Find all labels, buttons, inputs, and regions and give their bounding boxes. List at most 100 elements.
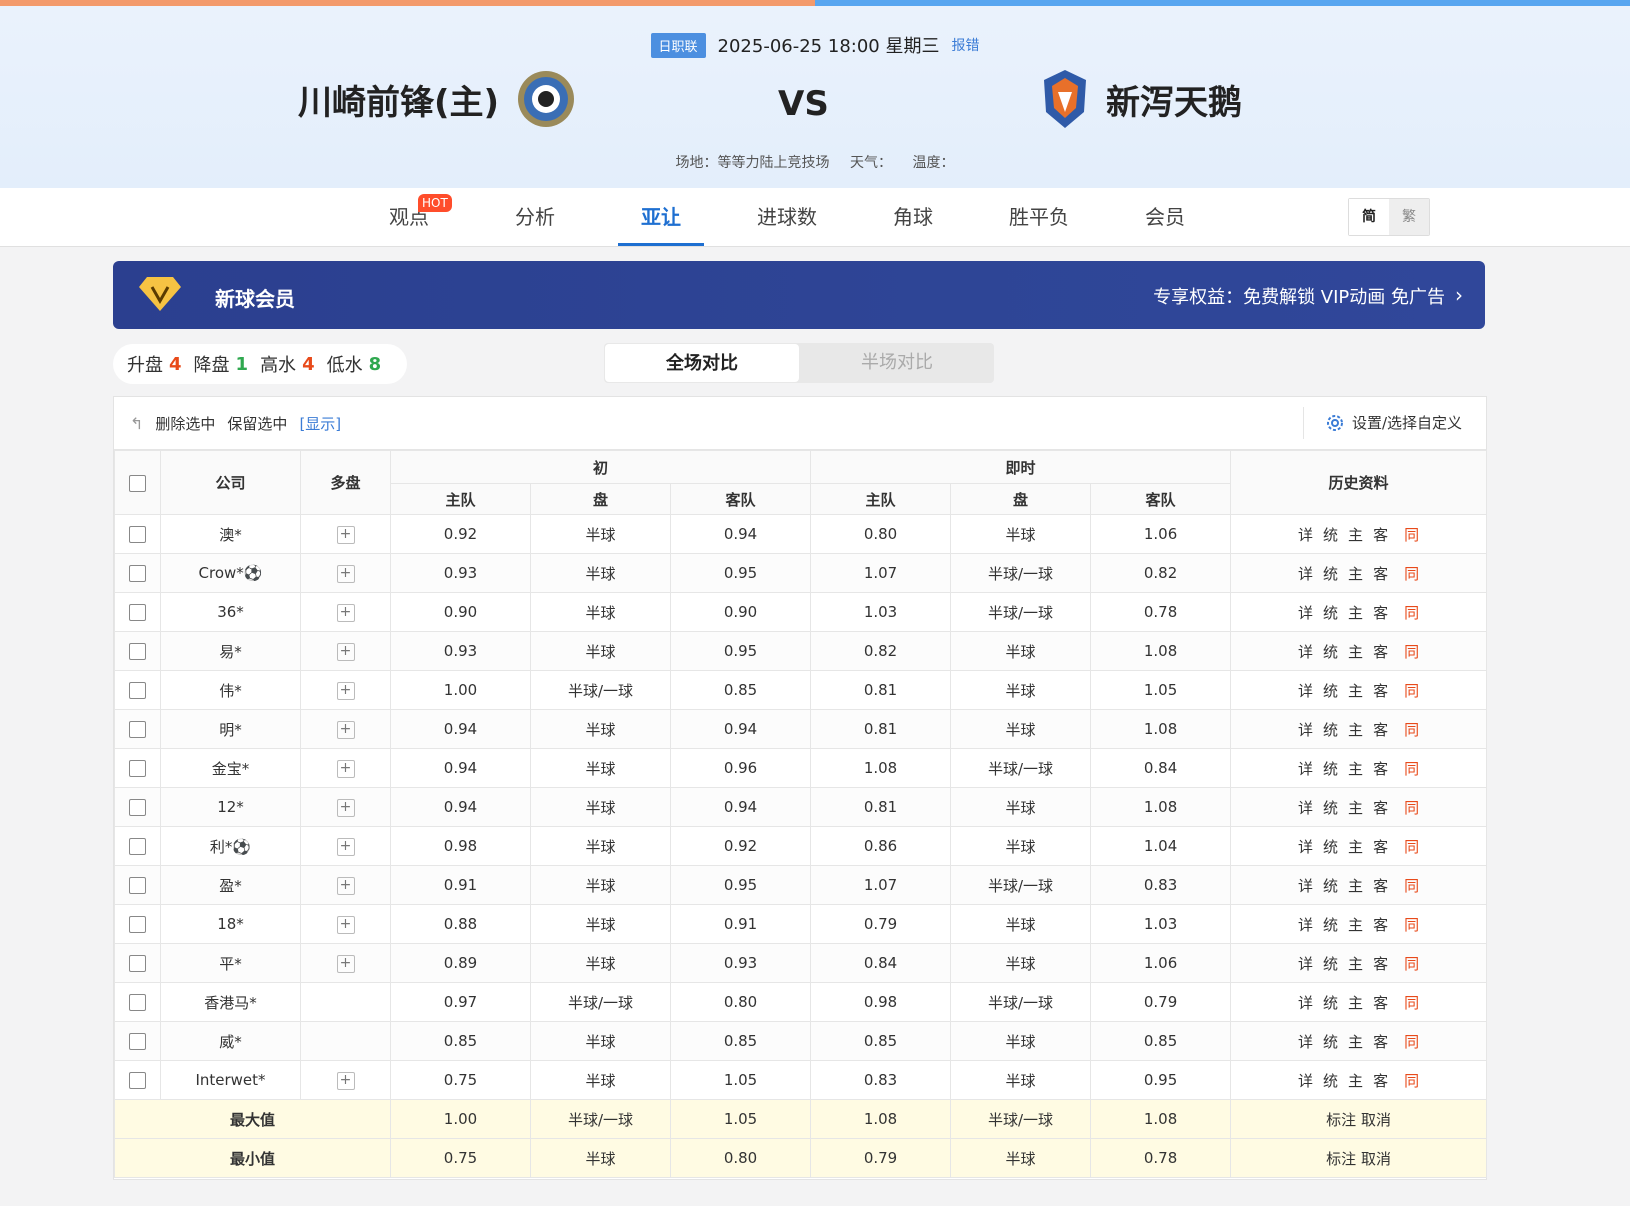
company-cell[interactable]: 易* bbox=[160, 631, 301, 671]
company-cell[interactable]: 澳* bbox=[160, 514, 301, 554]
detail-link[interactable]: 详 bbox=[1298, 602, 1313, 623]
home-link[interactable]: 主 bbox=[1348, 1031, 1363, 1052]
show-link[interactable]: [显示] bbox=[299, 413, 341, 434]
tab-analysis[interactable]: 分析 bbox=[472, 188, 598, 246]
expand-plus-icon[interactable]: + bbox=[336, 838, 355, 856]
detail-link[interactable]: 详 bbox=[1298, 953, 1313, 974]
stats-link[interactable]: 统 bbox=[1323, 875, 1338, 896]
expand-plus-icon[interactable]: + bbox=[336, 526, 355, 544]
company-cell[interactable]: 18* bbox=[160, 904, 301, 944]
expand-plus-icon[interactable]: + bbox=[336, 916, 355, 934]
row-checkbox[interactable] bbox=[129, 604, 146, 621]
row-checkbox[interactable] bbox=[129, 799, 146, 816]
keep-selected-button[interactable]: 保留选中 bbox=[227, 413, 287, 434]
same-link[interactable]: 同 bbox=[1404, 602, 1419, 623]
home-link[interactable]: 主 bbox=[1348, 992, 1363, 1013]
company-cell[interactable]: 36* bbox=[160, 592, 301, 632]
row-checkbox[interactable] bbox=[129, 682, 146, 699]
home-link[interactable]: 主 bbox=[1348, 758, 1363, 779]
stats-link[interactable]: 统 bbox=[1323, 1031, 1338, 1052]
same-link[interactable]: 同 bbox=[1404, 1070, 1419, 1091]
detail-link[interactable]: 详 bbox=[1298, 992, 1313, 1013]
company-cell[interactable]: 香港马* bbox=[160, 982, 301, 1022]
expand-plus-icon[interactable]: + bbox=[336, 721, 355, 739]
expand-plus-icon[interactable]: + bbox=[336, 1072, 355, 1090]
tab-membership[interactable]: 会员 bbox=[1102, 188, 1228, 246]
away-link[interactable]: 客 bbox=[1373, 953, 1388, 974]
expand-plus-icon[interactable]: + bbox=[336, 604, 355, 622]
row-checkbox[interactable] bbox=[129, 838, 146, 855]
same-link[interactable]: 同 bbox=[1404, 758, 1419, 779]
detail-link[interactable]: 详 bbox=[1298, 680, 1313, 701]
detail-link[interactable]: 详 bbox=[1298, 914, 1313, 935]
expand-plus-icon[interactable]: + bbox=[336, 877, 355, 895]
row-checkbox[interactable] bbox=[129, 877, 146, 894]
stats-link[interactable]: 统 bbox=[1323, 563, 1338, 584]
stats-link[interactable]: 统 bbox=[1323, 641, 1338, 662]
company-cell[interactable]: Interwet* bbox=[160, 1060, 301, 1100]
expand-plus-icon[interactable]: + bbox=[336, 682, 355, 700]
home-link[interactable]: 主 bbox=[1348, 914, 1363, 935]
cancel-link[interactable]: 取消 bbox=[1361, 1111, 1391, 1129]
select-all-checkbox[interactable] bbox=[129, 474, 146, 492]
home-team[interactable]: 川崎前锋(主) bbox=[298, 68, 577, 130]
away-link[interactable]: 客 bbox=[1373, 602, 1388, 623]
stats-link[interactable]: 统 bbox=[1323, 602, 1338, 623]
detail-link[interactable]: 详 bbox=[1298, 563, 1313, 584]
expand-plus-icon[interactable]: + bbox=[336, 955, 355, 973]
stats-link[interactable]: 统 bbox=[1323, 953, 1338, 974]
home-link[interactable]: 主 bbox=[1348, 953, 1363, 974]
row-checkbox[interactable] bbox=[129, 1033, 146, 1050]
vip-banner[interactable]: 新球会员 专享权益：免费解锁 VIP动画 免广告 › bbox=[113, 261, 1485, 329]
detail-link[interactable]: 详 bbox=[1298, 875, 1313, 896]
tab-1x2[interactable]: 胜平负 bbox=[976, 188, 1102, 246]
stats-link[interactable]: 统 bbox=[1323, 992, 1338, 1013]
tab-viewpoint[interactable]: 观点 HOT bbox=[346, 188, 472, 246]
row-checkbox[interactable] bbox=[129, 721, 146, 738]
row-checkbox[interactable] bbox=[129, 1072, 146, 1089]
detail-link[interactable]: 详 bbox=[1298, 1031, 1313, 1052]
home-link[interactable]: 主 bbox=[1348, 797, 1363, 818]
away-link[interactable]: 客 bbox=[1373, 524, 1388, 545]
same-link[interactable]: 同 bbox=[1404, 953, 1419, 974]
row-checkbox[interactable] bbox=[129, 643, 146, 660]
detail-link[interactable]: 详 bbox=[1298, 836, 1313, 857]
stats-link[interactable]: 统 bbox=[1323, 719, 1338, 740]
company-cell[interactable]: 明* bbox=[160, 709, 301, 749]
detail-link[interactable]: 详 bbox=[1298, 641, 1313, 662]
stats-link[interactable]: 统 bbox=[1323, 836, 1338, 857]
expand-plus-icon[interactable]: + bbox=[336, 760, 355, 778]
home-link[interactable]: 主 bbox=[1348, 836, 1363, 857]
away-link[interactable]: 客 bbox=[1373, 914, 1388, 935]
half-match-button[interactable]: 半场对比 bbox=[800, 343, 994, 383]
away-link[interactable]: 客 bbox=[1373, 1070, 1388, 1091]
cancel-link[interactable]: 取消 bbox=[1361, 1150, 1391, 1168]
away-link[interactable]: 客 bbox=[1373, 758, 1388, 779]
same-link[interactable]: 同 bbox=[1404, 680, 1419, 701]
same-link[interactable]: 同 bbox=[1404, 836, 1419, 857]
detail-link[interactable]: 详 bbox=[1298, 758, 1313, 779]
company-cell[interactable]: 威* bbox=[160, 1021, 301, 1061]
full-match-button[interactable]: 全场对比 bbox=[605, 344, 799, 382]
company-cell[interactable]: 金宝* bbox=[160, 748, 301, 788]
home-link[interactable]: 主 bbox=[1348, 875, 1363, 896]
same-link[interactable]: 同 bbox=[1404, 992, 1419, 1013]
detail-link[interactable]: 详 bbox=[1298, 797, 1313, 818]
stats-link[interactable]: 统 bbox=[1323, 680, 1338, 701]
stats-link[interactable]: 统 bbox=[1323, 758, 1338, 779]
row-checkbox[interactable] bbox=[129, 760, 146, 777]
company-cell[interactable]: Crow*⚽ bbox=[160, 553, 301, 593]
company-cell[interactable]: 利*⚽ bbox=[160, 826, 301, 866]
away-link[interactable]: 客 bbox=[1373, 875, 1388, 896]
same-link[interactable]: 同 bbox=[1404, 524, 1419, 545]
expand-plus-icon[interactable]: + bbox=[336, 565, 355, 583]
away-link[interactable]: 客 bbox=[1373, 680, 1388, 701]
same-link[interactable]: 同 bbox=[1404, 875, 1419, 896]
settings-button[interactable]: 设置/选择自定义 bbox=[1326, 412, 1462, 433]
stats-link[interactable]: 统 bbox=[1323, 524, 1338, 545]
company-cell[interactable]: 平* bbox=[160, 943, 301, 983]
stats-link[interactable]: 统 bbox=[1323, 1070, 1338, 1091]
away-link[interactable]: 客 bbox=[1373, 992, 1388, 1013]
stats-link[interactable]: 统 bbox=[1323, 914, 1338, 935]
mark-link[interactable]: 标注 bbox=[1326, 1150, 1356, 1168]
